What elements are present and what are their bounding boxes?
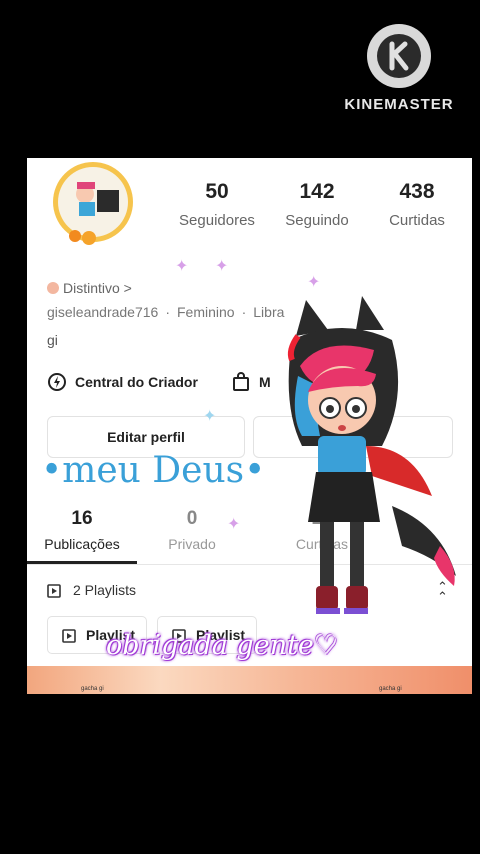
stats-row: 50 Seguidores 142 Seguindo 438 Curtidas	[167, 180, 467, 229]
sparkle-icon: ✦	[215, 258, 229, 275]
kinemaster-text: KINEMASTER	[344, 96, 454, 113]
playlist-icon	[47, 584, 61, 598]
thumb-label-2: gacha gi	[379, 686, 402, 692]
sparkle-icon: ✦	[175, 258, 189, 275]
playlists-header[interactable]: 2 Playlists	[47, 582, 136, 598]
tab-private-label: Privado	[168, 536, 216, 552]
gender: Feminino	[177, 304, 235, 320]
creator-center-link[interactable]: Central do Criador	[47, 372, 198, 392]
stat-followers[interactable]: 50 Seguidores	[167, 180, 267, 229]
stat-following[interactable]: 142 Seguindo	[267, 180, 367, 229]
sparkle-icon: ✦	[227, 516, 241, 533]
playlist-icon	[62, 629, 76, 643]
sparkle-icon: ✦	[203, 408, 217, 425]
badge-label: Distintivo >	[63, 280, 132, 296]
creator-center-label: Central do Criador	[75, 374, 198, 390]
edit-profile-label: Editar perfil	[107, 429, 185, 445]
playlists-count: 2 Playlists	[73, 582, 137, 598]
likes-label: Curtidas	[389, 212, 445, 229]
thumb-label-1: gacha gi	[81, 686, 104, 692]
likes-count: 438	[399, 180, 435, 203]
character-sticker	[287, 296, 456, 614]
kinemaster-watermark: KINEMASTER	[340, 24, 458, 113]
followers-label: Seguidores	[179, 212, 255, 229]
overlay-text-top: •meu Deus•	[41, 450, 266, 491]
followers-count: 50	[205, 180, 229, 203]
following-label: Seguindo	[285, 212, 349, 229]
kinemaster-logo-icon	[367, 24, 431, 88]
shopping-bag-icon	[233, 372, 249, 391]
lightning-circle-icon	[48, 373, 66, 391]
tab-posts[interactable]: 16 Publicações	[27, 508, 137, 552]
profile-bio: gi	[47, 332, 58, 348]
badge-link[interactable]: Distintivo >	[47, 280, 132, 296]
tab-posts-label: Publicações	[44, 536, 120, 552]
username: giseleandrade716	[47, 304, 159, 320]
tab-posts-count: 16	[71, 508, 93, 529]
stat-likes[interactable]: 438 Curtidas	[367, 180, 467, 229]
overlay-text-bottom: obrigada gente♡	[106, 630, 339, 661]
profile-avatar[interactable]	[45, 160, 141, 246]
following-count: 142	[299, 180, 335, 203]
badge-icon	[47, 282, 59, 294]
sparkle-icon: ✦	[307, 274, 321, 291]
profile-info: giseleandrade716 · Feminino · Libra	[47, 304, 285, 320]
